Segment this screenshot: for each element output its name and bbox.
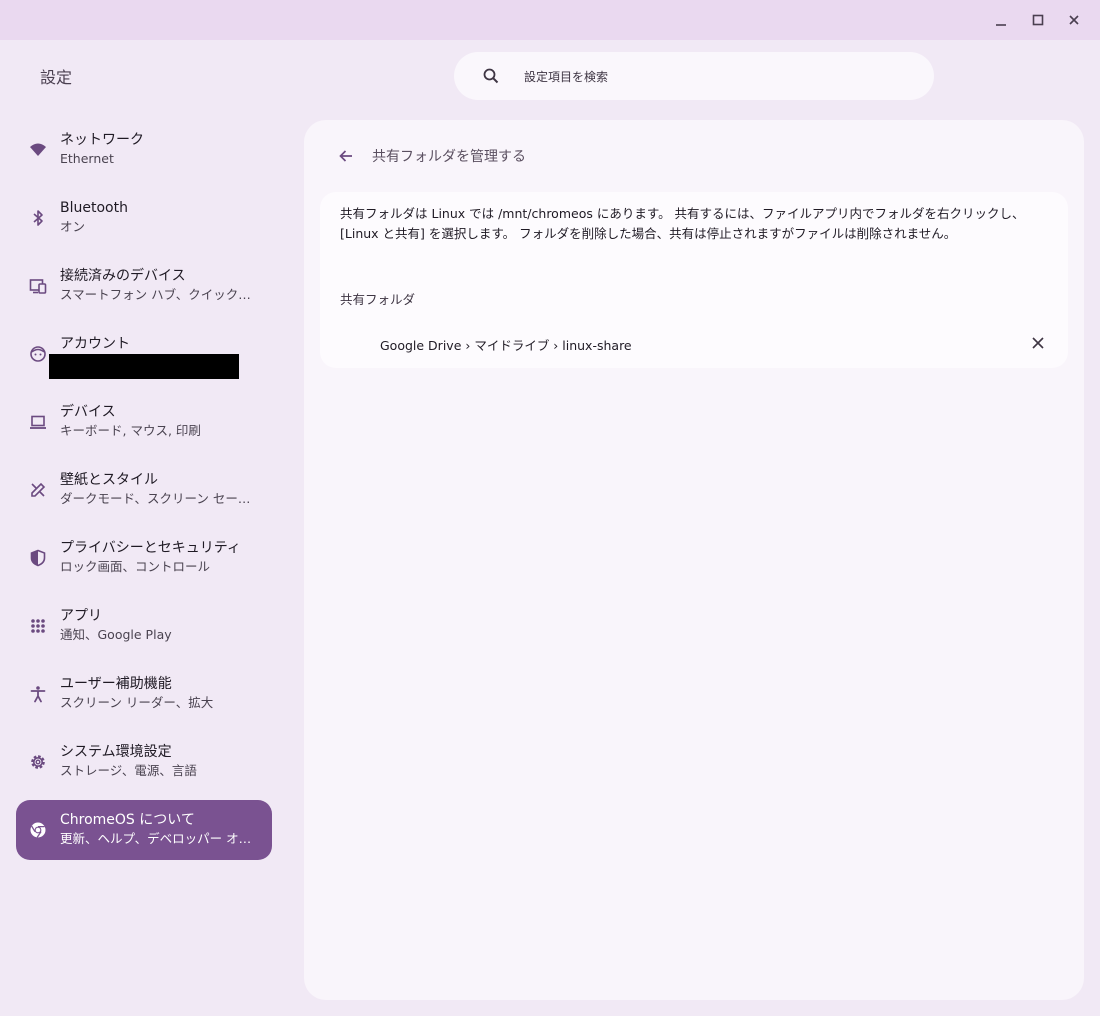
title-bar [0, 0, 1100, 40]
sidebar-item-privacy[interactable]: プライバシーとセキュリティ ロック画面、コントロール [16, 528, 272, 588]
sidebar-item-sublabel: Ethernet [60, 151, 114, 166]
sidebar-item-network[interactable]: ネットワーク Ethernet [16, 120, 272, 180]
sidebar-item-system[interactable]: システム環境設定 ストレージ、電源、言語 [16, 732, 272, 792]
remove-folder-button[interactable] [1028, 333, 1048, 353]
accessibility-icon [28, 684, 48, 704]
search-input[interactable]: 設定項目を検索 [524, 68, 608, 85]
page-header: 共有フォルダを管理する [334, 144, 526, 168]
sidebar-item-apps[interactable]: アプリ 通知、Google Play [16, 596, 272, 656]
description-text: 共有フォルダは Linux では /mnt/chromeos にあります。 共有… [340, 206, 1025, 241]
sidebar-item-label: デバイス [60, 404, 116, 420]
wifi-icon [28, 140, 48, 160]
sidebar-item-label: システム環境設定 [60, 744, 172, 760]
sidebar-item-sublabel: ダークモード、スクリーン セー… [60, 491, 251, 506]
paint-icon [28, 480, 48, 500]
sidebar-item-label: 接続済みのデバイス [60, 268, 186, 284]
laptop-icon [28, 412, 48, 432]
page-title: 共有フォルダを管理する [372, 149, 526, 165]
sidebar-item-about-chromeos[interactable]: ChromeOS について 更新、ヘルプ、デベロッパー オ… [16, 800, 272, 860]
shared-folders-card: 共有フォルダは Linux では /mnt/chromeos にあります。 共有… [320, 192, 1068, 368]
sidebar-item-sublabel: スクリーン リーダー、拡大 [60, 695, 214, 710]
section-title: 共有フォルダ [340, 292, 416, 307]
apps-grid-icon [28, 616, 48, 636]
shield-icon [28, 548, 48, 568]
main-content: 共有フォルダを管理する 共有フォルダは Linux では /mnt/chrome… [304, 120, 1084, 1000]
sidebar-item-label: プライバシーとセキュリティ [60, 540, 241, 556]
settings-window: 設定 設定項目を検索 ネットワーク Ethernet Bluetooth オン [0, 0, 1100, 1016]
folder-path: Google Drive › マイドライブ › linux-share [380, 338, 632, 353]
sidebar-item-accessibility[interactable]: ユーザー補助機能 スクリーン リーダー、拡大 [16, 664, 272, 724]
sidebar-item-label: ChromeOS について [60, 812, 195, 828]
sidebar-item-label: ネットワーク [60, 132, 144, 148]
sidebar-item-label: アプリ [60, 608, 102, 624]
bluetooth-icon [28, 208, 48, 228]
minimize-icon [996, 24, 1006, 26]
minimize-button[interactable] [987, 6, 1015, 34]
sidebar-item-label: 壁紙とスタイル [60, 472, 158, 488]
sidebar-item-wallpaper[interactable]: 壁紙とスタイル ダークモード、スクリーン セー… [16, 460, 272, 520]
connected-devices-icon [28, 276, 48, 296]
back-button[interactable] [334, 144, 358, 168]
sidebar-item-label: Bluetooth [60, 200, 128, 216]
sidebar-item-sublabel: オン [60, 219, 86, 234]
redacted-account-email [49, 354, 239, 379]
sidebar-item-device[interactable]: デバイス キーボード, マウス, 印刷 [16, 392, 272, 452]
close-icon [1032, 337, 1044, 349]
sidebar-item-sublabel: ストレージ、電源、言語 [60, 763, 197, 778]
sidebar-item-account[interactable]: アカウント [16, 324, 272, 384]
list-item: Google Drive › マイドライブ › linux-share [340, 329, 1048, 357]
sidebar: ネットワーク Ethernet Bluetooth オン 接続済みのデバイス ス… [16, 120, 272, 868]
sidebar-item-label: アカウント [60, 336, 130, 352]
close-button[interactable] [1060, 6, 1088, 34]
gear-icon [28, 752, 48, 772]
sidebar-item-sublabel: 通知、Google Play [60, 627, 172, 642]
sidebar-item-sublabel: スマートフォン ハブ、クイック… [60, 287, 251, 302]
sidebar-item-connected-devices[interactable]: 接続済みのデバイス スマートフォン ハブ、クイック… [16, 256, 272, 316]
sidebar-item-sublabel: キーボード, マウス, 印刷 [60, 423, 201, 438]
search-box[interactable]: 設定項目を検索 [454, 52, 934, 100]
sidebar-item-label: ユーザー補助機能 [60, 676, 172, 692]
sidebar-item-sublabel: ロック画面、コントロール [60, 559, 211, 574]
search-icon [482, 67, 500, 85]
app-title: 設定 [40, 68, 73, 87]
account-icon [28, 344, 48, 364]
close-icon [1069, 15, 1079, 25]
chrome-icon [28, 820, 48, 840]
arrow-left-icon [339, 150, 352, 162]
sidebar-item-sublabel: 更新、ヘルプ、デベロッパー オ… [60, 831, 252, 846]
sidebar-item-bluetooth[interactable]: Bluetooth オン [16, 188, 272, 248]
maximize-icon [1032, 14, 1044, 26]
maximize-button[interactable] [1024, 6, 1052, 34]
